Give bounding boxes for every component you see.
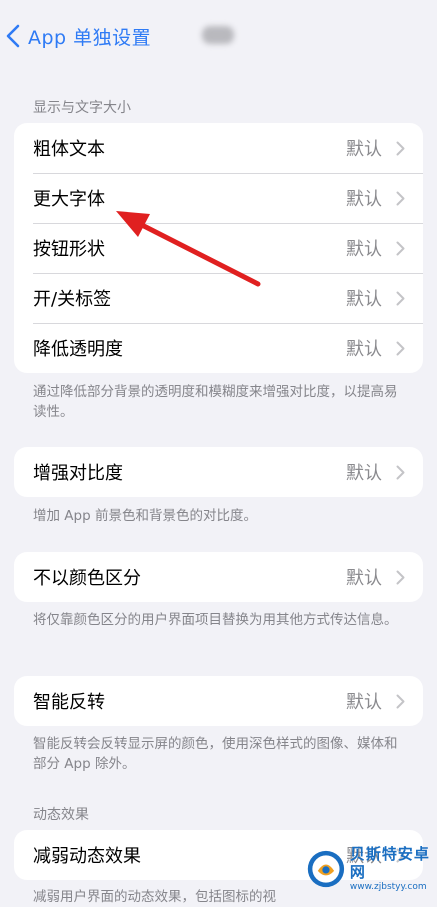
row-value: 默认 — [346, 239, 382, 260]
row-value: 默认 — [346, 692, 382, 713]
chevron-right-icon — [396, 694, 405, 708]
back-label: App 单独设置 — [28, 26, 152, 49]
footnote-transparency: 通过降低部分背景的透明度和模糊度来增强对比度，以提高易读性。 — [33, 384, 398, 420]
chevron-right-icon — [396, 241, 405, 255]
row-value: 默认 — [346, 339, 382, 360]
chevron-right-icon — [396, 291, 405, 305]
differentiate-group: 不以颜色区分 默认 — [14, 552, 423, 602]
row-button-shapes[interactable]: 按钮形状 默认 — [14, 223, 423, 273]
chevron-right-icon — [396, 141, 405, 155]
contrast-group: 增强对比度 默认 — [14, 447, 423, 497]
chevron-left-icon — [6, 24, 20, 48]
row-larger-text[interactable]: 更大字体 默认 — [14, 173, 423, 223]
footnote-differentiate: 将仅靠颜色区分的用户界面项目替换为用其他方式传达信息。 — [33, 612, 398, 628]
watermark-url: www.zjbstyy.com — [349, 882, 427, 892]
row-label: 增强对比度 — [33, 463, 123, 484]
display-settings-group: 粗体文本 默认 更大字体 默认 按钮形状 默认 开/关标签 默认 降低透明度 默… — [14, 123, 423, 373]
watermark-logo-icon — [307, 850, 345, 888]
row-value: 默认 — [346, 289, 382, 310]
smart-invert-group: 智能反转 默认 — [14, 676, 423, 726]
row-label: 按钮形状 — [33, 239, 105, 260]
row-on-off-labels[interactable]: 开/关标签 默认 — [14, 273, 423, 323]
section-header-display: 显示与文字大小 — [33, 100, 131, 116]
row-label: 智能反转 — [33, 692, 105, 713]
row-value: 默认 — [346, 568, 382, 589]
watermark: 贝斯特安卓网 www.zjbstyy.com — [306, 835, 437, 903]
chevron-right-icon — [396, 570, 405, 584]
row-value: 默认 — [346, 139, 382, 160]
watermark-brand: 贝斯特安卓网 — [349, 845, 430, 881]
section-header-motion: 动态效果 — [33, 807, 89, 823]
row-value: 默认 — [346, 189, 382, 210]
row-label: 减弱动态效果 — [33, 846, 141, 867]
footnote-contrast: 增加 App 前景色和背景色的对比度。 — [33, 508, 257, 524]
row-bold-text[interactable]: 粗体文本 默认 — [14, 123, 423, 173]
row-label: 不以颜色区分 — [33, 568, 141, 589]
row-label: 降低透明度 — [33, 339, 123, 360]
chevron-right-icon — [396, 341, 405, 355]
row-label: 粗体文本 — [33, 139, 105, 160]
row-label: 更大字体 — [33, 189, 105, 210]
row-value: 默认 — [346, 463, 382, 484]
row-differentiate-without-color[interactable]: 不以颜色区分 默认 — [14, 552, 423, 602]
row-label: 开/关标签 — [33, 289, 112, 310]
back-button[interactable]: App 单独设置 — [6, 20, 151, 52]
chevron-right-icon — [396, 191, 405, 205]
row-increase-contrast[interactable]: 增强对比度 默认 — [14, 447, 423, 497]
navigation-bar: App 单独设置 — [0, 0, 437, 72]
chevron-right-icon — [396, 465, 405, 479]
row-smart-invert[interactable]: 智能反转 默认 — [14, 676, 423, 726]
blurred-app-title — [202, 26, 234, 44]
footnote-smart-invert: 智能反转会反转显示屏的颜色，使用深色样式的图像、媒体和部分 App 除外。 — [33, 736, 398, 772]
row-reduce-transparency[interactable]: 降低透明度 默认 — [14, 323, 423, 373]
